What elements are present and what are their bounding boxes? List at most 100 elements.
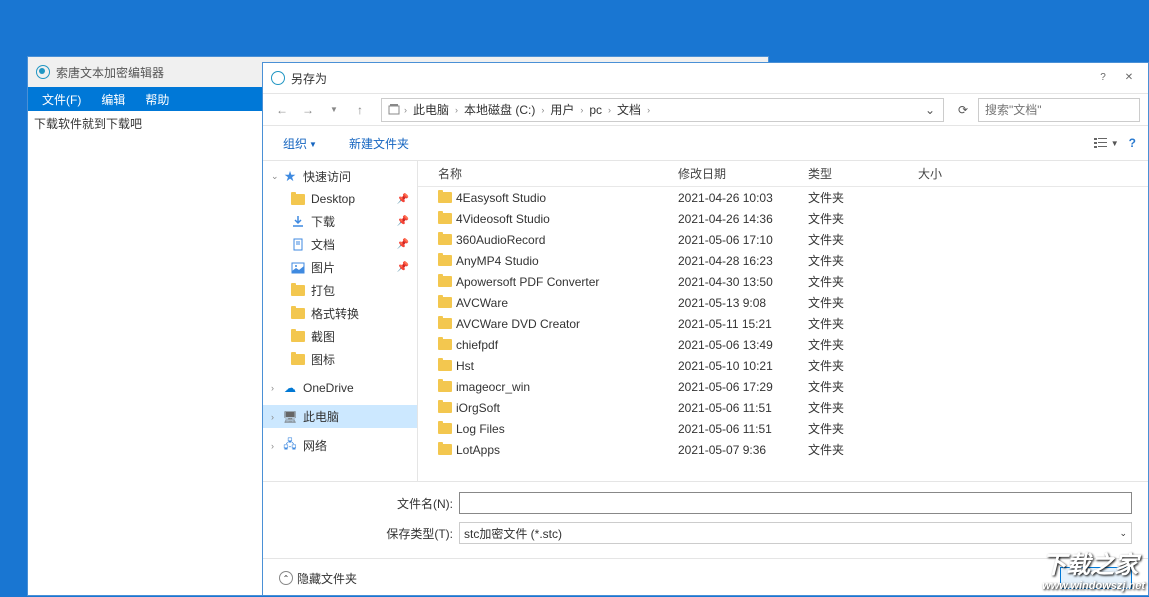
- location-icon: [386, 103, 402, 117]
- navigation-row: ← → ▼ ↑ › 此电脑 › 本地磁盘 (C:) › 用户 › pc › 文档…: [263, 93, 1148, 125]
- filename-label: 文件名(N):: [279, 495, 459, 512]
- refresh-button[interactable]: ⟳: [952, 99, 974, 121]
- up-button[interactable]: ↑: [349, 99, 371, 121]
- bottom-panel: 文件名(N): 保存类型(T): stc加密文件 (*.stc) ⌄: [263, 481, 1148, 558]
- chevron-right-icon[interactable]: ›: [606, 105, 613, 115]
- column-size[interactable]: 大小: [918, 165, 998, 182]
- file-row[interactable]: AVCWare2021-05-13 9:08文件夹: [418, 292, 1148, 313]
- sidebar-item[interactable]: Desktop📌: [263, 188, 417, 210]
- breadcrumb-item[interactable]: pc: [585, 103, 606, 117]
- chevron-down-icon[interactable]: ⌄: [271, 171, 281, 182]
- help-button[interactable]: ?: [1090, 67, 1116, 87]
- forward-button[interactable]: →: [297, 99, 319, 121]
- file-row[interactable]: LotApps2021-05-07 9:36文件夹: [418, 439, 1148, 460]
- help-icon[interactable]: ?: [1129, 136, 1136, 150]
- breadcrumb[interactable]: › 此电脑 › 本地磁盘 (C:) › 用户 › pc › 文档 › ⌄: [381, 98, 944, 122]
- file-row[interactable]: Log Files2021-05-06 11:51文件夹: [418, 418, 1148, 439]
- chevron-right-icon[interactable]: ›: [402, 105, 409, 115]
- sidebar-item[interactable]: 截图: [263, 325, 417, 348]
- file-row[interactable]: 4Easysoft Studio2021-04-26 10:03文件夹: [418, 187, 1148, 208]
- onedrive-item[interactable]: › ☁ OneDrive: [263, 377, 417, 399]
- file-row[interactable]: imageocr_win2021-05-06 17:29文件夹: [418, 376, 1148, 397]
- hide-folders-toggle[interactable]: ⌃ 隐藏文件夹: [279, 570, 357, 587]
- dialog-titlebar[interactable]: 另存为 ? ✕: [263, 63, 1148, 93]
- breadcrumb-item[interactable]: 用户: [546, 101, 578, 118]
- navigation-pane: ⌄ ★ 快速访问 Desktop📌下载📌文档📌图片📌打包格式转换截图图标 › ☁…: [263, 161, 418, 481]
- file-row[interactable]: Apowersoft PDF Converter2021-04-30 13:50…: [418, 271, 1148, 292]
- column-type[interactable]: 类型: [808, 165, 918, 182]
- organize-button[interactable]: 组织▼: [275, 131, 325, 156]
- file-row[interactable]: chiefpdf2021-05-06 13:49文件夹: [418, 334, 1148, 355]
- column-name[interactable]: 名称: [418, 165, 678, 182]
- chevron-right-icon[interactable]: ›: [271, 441, 281, 451]
- chevron-right-icon[interactable]: ›: [645, 105, 652, 115]
- pictures-icon: [289, 260, 307, 276]
- dialog-title: 另存为: [291, 70, 327, 87]
- editor-title: 索唐文本加密编辑器: [56, 64, 164, 81]
- back-button[interactable]: ←: [271, 99, 293, 121]
- menu-file[interactable]: 文件(F): [32, 91, 91, 108]
- toolbar: 组织▼ 新建文件夹 ▼ ?: [263, 125, 1148, 161]
- this-pc-item[interactable]: › 🖥 此电脑: [263, 405, 417, 428]
- folder-icon: [438, 402, 452, 413]
- savetype-select[interactable]: stc加密文件 (*.stc) ⌄: [459, 522, 1132, 544]
- sidebar-item[interactable]: 图标: [263, 348, 417, 371]
- new-folder-button[interactable]: 新建文件夹: [341, 131, 417, 156]
- chevron-right-icon[interactable]: ›: [271, 412, 281, 422]
- file-row[interactable]: AVCWare DVD Creator2021-05-11 15:21文件夹: [418, 313, 1148, 334]
- dialog-icon: [271, 71, 285, 85]
- folder-icon: [438, 297, 452, 308]
- search-input[interactable]: [978, 98, 1140, 122]
- network-item[interactable]: › 🖧 网络: [263, 434, 417, 457]
- file-row[interactable]: 4Videosoft Studio2021-04-26 14:36文件夹: [418, 208, 1148, 229]
- menu-edit[interactable]: 编辑: [91, 91, 135, 108]
- star-icon: ★: [281, 169, 299, 185]
- filename-input[interactable]: [459, 492, 1132, 514]
- window-controls: ? ✕: [1090, 67, 1142, 87]
- file-row[interactable]: AnyMP4 Studio2021-04-28 16:23文件夹: [418, 250, 1148, 271]
- chevron-right-icon[interactable]: ›: [453, 105, 460, 115]
- close-button[interactable]: ✕: [1116, 67, 1142, 87]
- folder-icon: [438, 192, 452, 203]
- breadcrumb-item[interactable]: 此电脑: [409, 101, 453, 118]
- folder-icon: [438, 339, 452, 350]
- pin-icon: 📌: [397, 194, 409, 205]
- recent-dropdown[interactable]: ▼: [323, 99, 345, 121]
- file-row[interactable]: Hst2021-05-10 10:21文件夹: [418, 355, 1148, 376]
- column-date[interactable]: 修改日期: [678, 165, 808, 182]
- sidebar-item[interactable]: 格式转换: [263, 302, 417, 325]
- chevron-right-icon[interactable]: ›: [271, 383, 281, 393]
- downloads-icon: [289, 214, 307, 230]
- chevron-down-icon: ⌄: [1119, 528, 1127, 539]
- menu-help[interactable]: 帮助: [135, 91, 179, 108]
- breadcrumb-item[interactable]: 本地磁盘 (C:): [460, 101, 539, 118]
- folder-icon: [438, 318, 452, 329]
- quick-access-header[interactable]: ⌄ ★ 快速访问: [263, 165, 417, 188]
- pin-icon: 📌: [397, 262, 409, 273]
- folder-icon: [289, 191, 307, 207]
- folder-icon: [289, 283, 307, 299]
- folder-icon: [438, 381, 452, 392]
- file-list[interactable]: 名称 修改日期 类型 大小 4Easysoft Studio2021-04-26…: [418, 161, 1148, 481]
- network-icon: 🖧: [281, 438, 299, 454]
- dialog-footer: ⌃ 隐藏文件夹: [263, 558, 1148, 597]
- folder-icon: [289, 352, 307, 368]
- breadcrumb-item[interactable]: 文档: [613, 101, 645, 118]
- view-options-button[interactable]: ▼: [1093, 136, 1119, 150]
- folder-icon: [289, 306, 307, 322]
- sidebar-item[interactable]: 文档📌: [263, 233, 417, 256]
- watermark: 下载之家 www.windowszj.net: [1042, 545, 1145, 592]
- breadcrumb-dropdown[interactable]: ⌄: [921, 103, 939, 117]
- folder-icon: [438, 213, 452, 224]
- sidebar-item[interactable]: 下载📌: [263, 210, 417, 233]
- folder-icon: [438, 444, 452, 455]
- file-row[interactable]: iOrgSoft2021-05-06 11:51文件夹: [418, 397, 1148, 418]
- save-as-dialog: 另存为 ? ✕ ← → ▼ ↑ › 此电脑 › 本地磁盘 (C:) › 用户 ›…: [262, 62, 1149, 596]
- documents-icon: [289, 237, 307, 253]
- column-headers: 名称 修改日期 类型 大小: [418, 161, 1148, 187]
- sidebar-item[interactable]: 打包: [263, 279, 417, 302]
- file-row[interactable]: 360AudioRecord2021-05-06 17:10文件夹: [418, 229, 1148, 250]
- chevron-right-icon[interactable]: ›: [539, 105, 546, 115]
- chevron-right-icon[interactable]: ›: [578, 105, 585, 115]
- sidebar-item[interactable]: 图片📌: [263, 256, 417, 279]
